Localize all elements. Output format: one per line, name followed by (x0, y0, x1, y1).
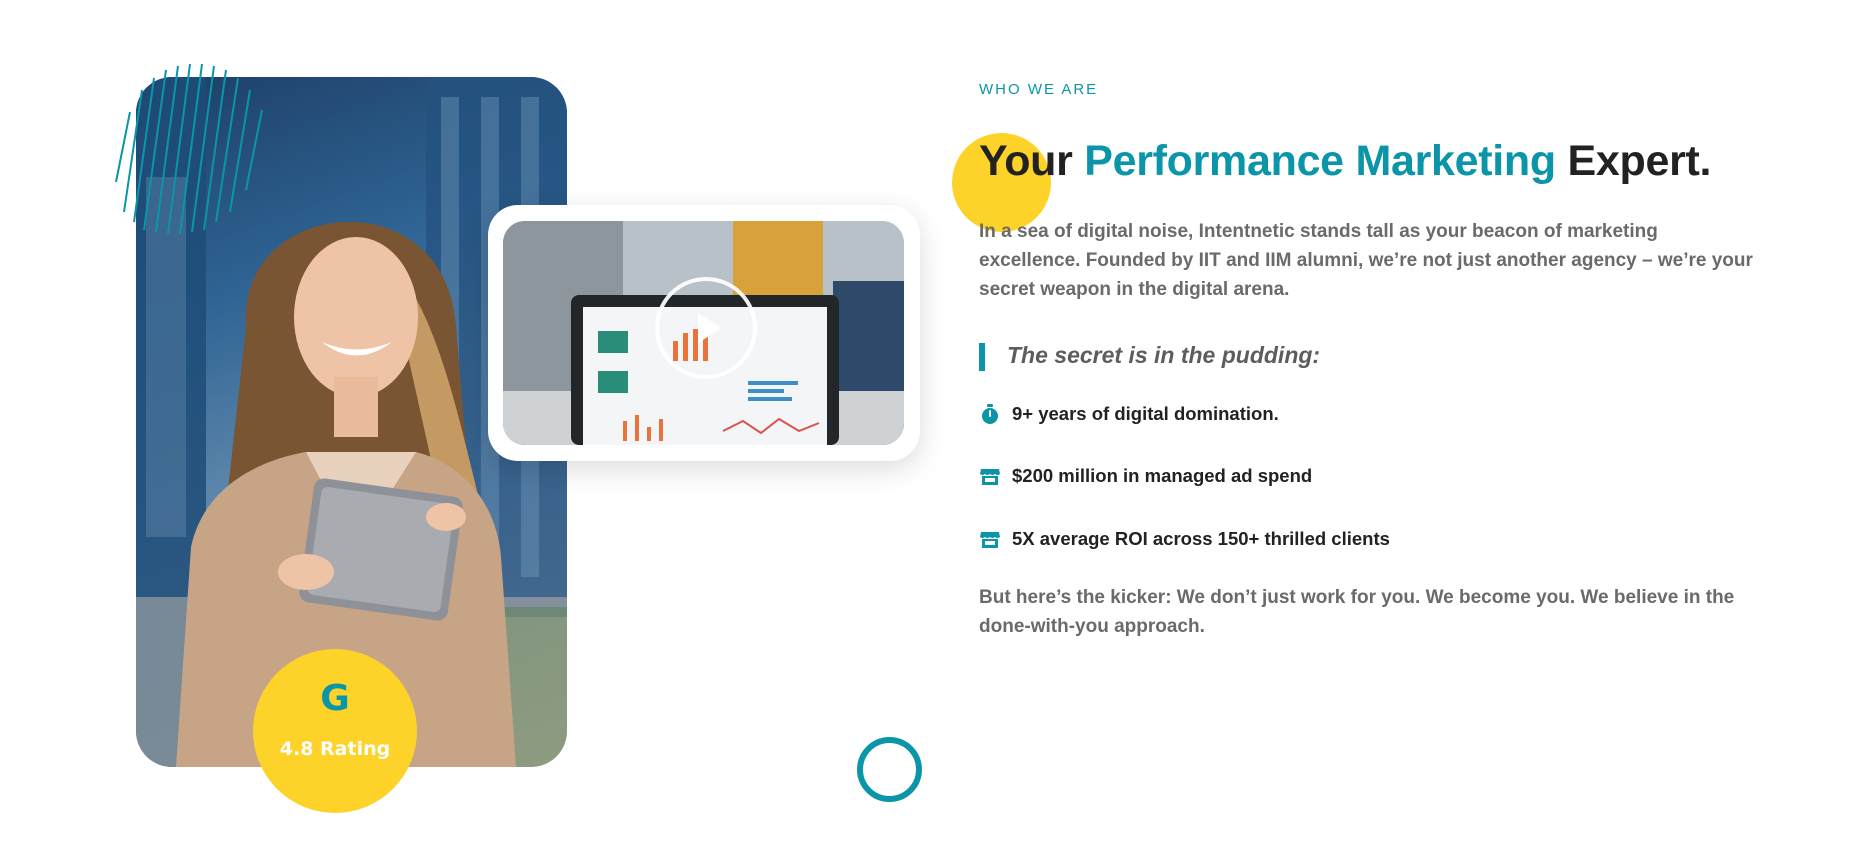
google-icon: G (320, 678, 350, 719)
feature-label: 5X average ROI across 150+ thrilled clie… (1012, 528, 1390, 549)
store-icon (980, 469, 1000, 485)
rating-badge: G 4.8 Rating (253, 649, 417, 813)
feature-item-roi: 5X average ROI across 150+ thrilled clie… (979, 526, 1390, 552)
headline-accent: Performance Marketing (1084, 137, 1556, 185)
stripe-pattern-decoration (115, 63, 263, 234)
headline-lead: Your (979, 137, 1085, 185)
section-eyebrow: WHO WE ARE (979, 81, 1099, 98)
intro-paragraph: In a sea of digital noise, Intentnetic s… (979, 221, 1753, 300)
play-icon (698, 313, 722, 343)
video-card (488, 205, 920, 461)
video-thumbnail[interactable] (503, 221, 904, 445)
feature-item-ad-spend: $200 million in managed ad spend (979, 463, 1312, 489)
feature-item-years: 9+ years of digital domination. (979, 401, 1279, 427)
headline-tail: Expert. (1555, 137, 1712, 185)
play-button[interactable] (655, 277, 757, 379)
store-icon (980, 532, 1000, 548)
section-headline: Your Performance Marketing Expert. (979, 137, 1711, 186)
stopwatch-icon (982, 404, 998, 424)
feature-label: $200 million in managed ad spend (1012, 465, 1313, 486)
quote-text: The secret is in the pudding: (1007, 342, 1321, 368)
outro-paragraph: But here’s the kicker: We don’t just wor… (979, 587, 1735, 637)
ring-decoration (857, 737, 922, 802)
feature-label: 9+ years of digital domination. (1012, 403, 1279, 424)
rating-text: 4.8 Rating (279, 738, 391, 760)
quote-accent-bar (979, 343, 985, 371)
